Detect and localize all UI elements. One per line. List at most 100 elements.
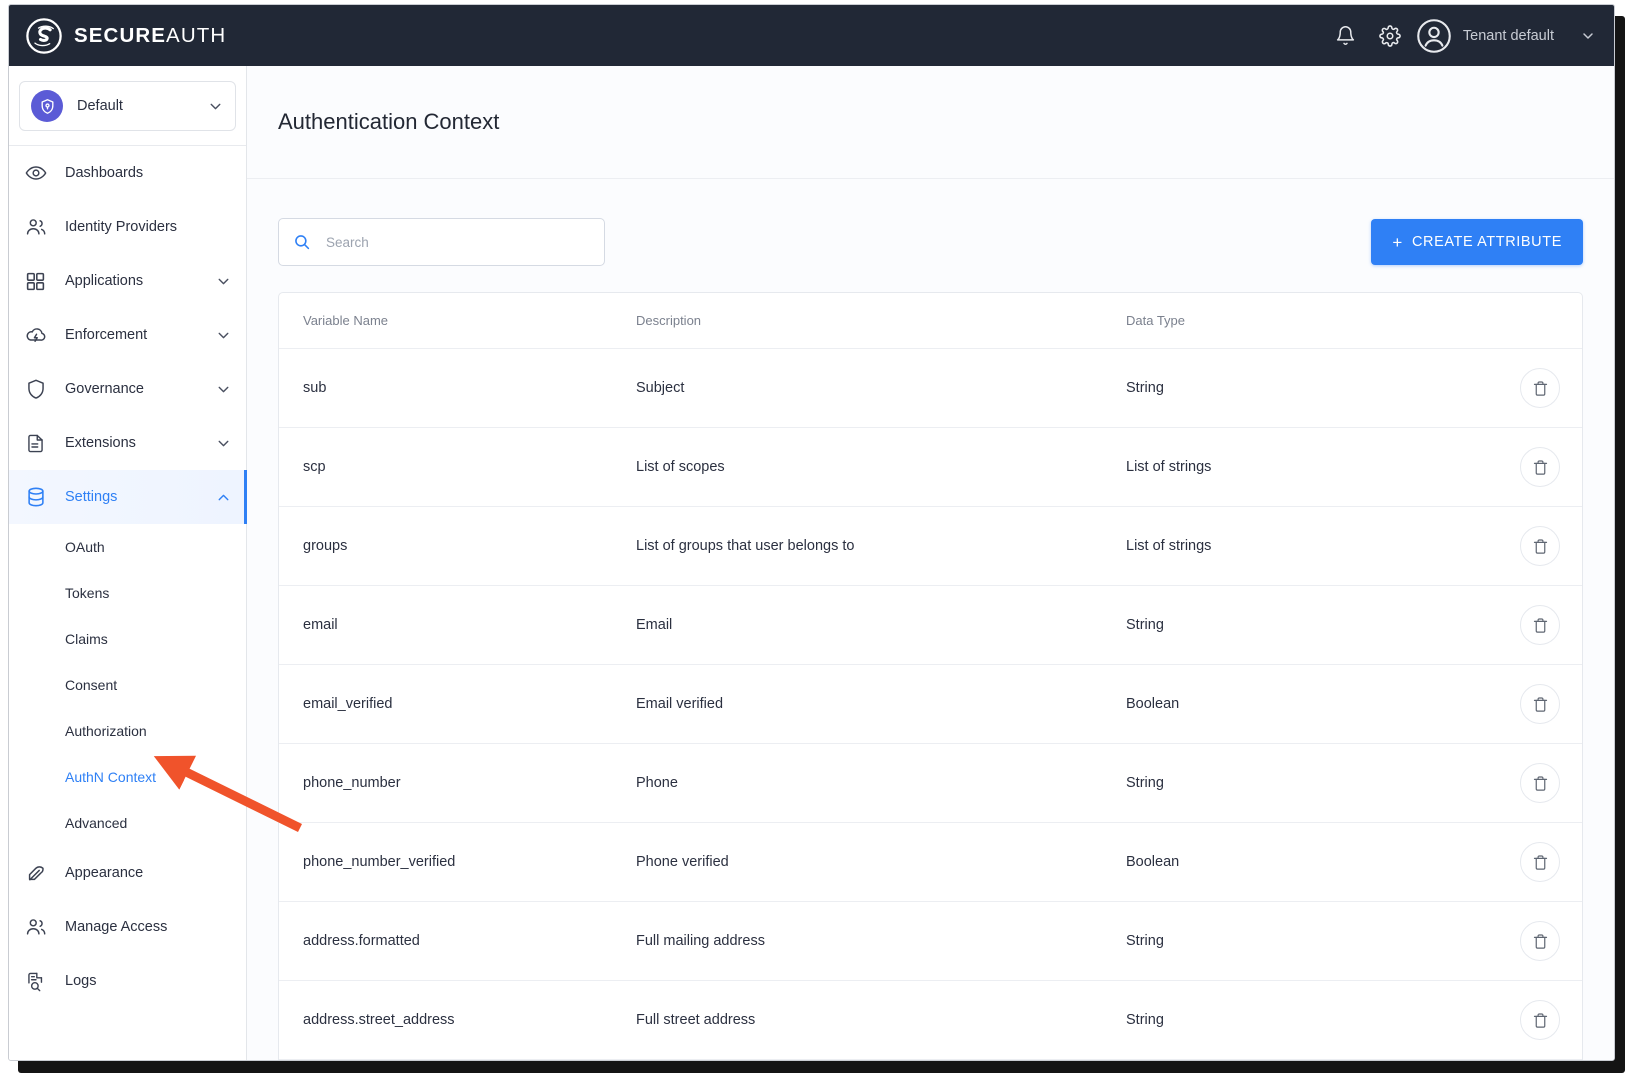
- cell-actions: [1462, 348, 1582, 428]
- sidebar-subitem-authorization[interactable]: Authorization: [9, 708, 246, 754]
- sidebar-item-governance[interactable]: Governance: [9, 362, 246, 416]
- cell-actions: [1462, 743, 1582, 823]
- app-window: SECUREAUTH Tenant default Default Dashbo…: [8, 4, 1615, 1061]
- delete-row-button[interactable]: [1520, 447, 1560, 487]
- sidebar-item-logs[interactable]: Logs: [9, 954, 246, 1008]
- sidebar-item-label: Settings: [65, 489, 118, 505]
- tenant-menu[interactable]: Tenant default: [1416, 18, 1596, 54]
- cell-variable-name: scp: [279, 427, 636, 507]
- sidebar-item-dashboards[interactable]: Dashboards: [9, 146, 246, 200]
- delete-row-button[interactable]: [1520, 684, 1560, 724]
- sidebar-item-extensions[interactable]: Extensions: [9, 416, 246, 470]
- sidebar-subitem-authn-context[interactable]: AuthN Context: [9, 754, 246, 800]
- table-header-row: Variable Name Description Data Type: [279, 293, 1582, 349]
- cell-data-type: Boolean: [1126, 664, 1462, 744]
- sidebar-item-manage-access[interactable]: Manage Access: [9, 900, 246, 954]
- table-row[interactable]: email Email String: [279, 585, 1582, 665]
- sidebar-subitem-label: Claims: [65, 631, 108, 647]
- chevron-down-icon[interactable]: [215, 327, 232, 344]
- cell-description: Full mailing address: [636, 901, 1126, 981]
- sidebar-subitem-tokens[interactable]: Tokens: [9, 570, 246, 616]
- cell-description: List of scopes: [636, 427, 1126, 507]
- sidebar-subitem-claims[interactable]: Claims: [9, 616, 246, 662]
- table-head: Variable Name Description Data Type: [279, 293, 1582, 349]
- cell-variable-name: address.formatted: [279, 901, 636, 981]
- sidebar-item-appearance[interactable]: Appearance: [9, 846, 246, 900]
- cell-data-type: String: [1126, 348, 1462, 428]
- chevron-down-icon[interactable]: [215, 435, 232, 452]
- sidebar-item-settings[interactable]: Settings: [9, 470, 247, 524]
- cloud-bolt-icon: [25, 324, 51, 346]
- chevron-down-icon[interactable]: [1580, 28, 1596, 44]
- sidebar-item-label: Extensions: [65, 435, 136, 451]
- chevron-up-icon[interactable]: [215, 489, 232, 506]
- workspace-selector[interactable]: Default: [19, 81, 236, 131]
- cell-description: Email: [636, 585, 1126, 665]
- cell-data-type: String: [1126, 1059, 1462, 1060]
- table-row[interactable]: phone_number_verified Phone verified Boole…: [279, 822, 1582, 902]
- cell-data-type: Boolean: [1126, 822, 1462, 902]
- gear-icon: [1379, 24, 1401, 47]
- chevron-down-icon[interactable]: [215, 381, 232, 398]
- sidebar-subitem-consent[interactable]: Consent: [9, 662, 246, 708]
- sidebar-item-label: Manage Access: [65, 919, 168, 935]
- delete-row-button[interactable]: [1520, 763, 1560, 803]
- cell-description: Subject: [636, 348, 1126, 428]
- table-body: sub Subject String scp List of scopes List of…: [279, 348, 1582, 1060]
- delete-row-button[interactable]: [1520, 842, 1560, 882]
- cell-data-type: String: [1126, 585, 1462, 665]
- cell-actions: [1462, 901, 1582, 981]
- sidebar-subitem-oauth[interactable]: OAuth: [9, 524, 246, 570]
- table-row[interactable]: address.localityCity or localityString: [279, 1059, 1582, 1060]
- search-input[interactable]: [326, 234, 590, 250]
- sidebar-subitem-label: Tokens: [65, 585, 110, 601]
- table-row[interactable]: address.formatted Full mailing address Str…: [279, 901, 1582, 981]
- sidebar-item-identity-providers[interactable]: Identity Providers: [9, 200, 246, 254]
- create-attribute-button[interactable]: + CREATE ATTRIBUTE: [1371, 219, 1583, 265]
- delete-row-button[interactable]: [1520, 368, 1560, 408]
- table-row[interactable]: phone_number Phone String: [279, 743, 1582, 823]
- sidebar-item-applications[interactable]: Applications: [9, 254, 246, 308]
- settings-button[interactable]: [1368, 14, 1412, 58]
- delete-row-button[interactable]: [1520, 605, 1560, 645]
- column-header-data-type[interactable]: Data Type: [1126, 293, 1462, 349]
- table-row[interactable]: email_verified Email verified Boolean: [279, 664, 1582, 744]
- cell-actions: [1462, 506, 1582, 586]
- delete-row-button[interactable]: [1520, 526, 1560, 566]
- sidebar-item-label: Governance: [65, 381, 144, 397]
- sidebar-subitem-advanced[interactable]: Advanced: [9, 800, 246, 846]
- brand-text-light: AUTH: [166, 23, 227, 47]
- cell-variable-name: email_verified: [279, 664, 636, 744]
- table-row[interactable]: address.street_address Full street addres…: [279, 980, 1582, 1060]
- chevron-down-icon[interactable]: [207, 98, 224, 115]
- cell-data-type: String: [1126, 901, 1462, 981]
- brand-text-bold: SECURE: [74, 23, 167, 47]
- table-row[interactable]: sub Subject String: [279, 348, 1582, 428]
- delete-row-button[interactable]: [1520, 1000, 1560, 1040]
- column-header-actions: [1462, 293, 1582, 349]
- body-area: Default Dashboards Identity Providers Ap…: [9, 66, 1614, 1060]
- search-icon: [293, 233, 311, 251]
- create-attribute-label: CREATE ATTRIBUTE: [1411, 234, 1562, 250]
- notifications-button[interactable]: [1324, 14, 1368, 58]
- eye-icon: [25, 162, 51, 184]
- column-header-variable-name[interactable]: Variable Name: [279, 293, 636, 349]
- column-header-description[interactable]: Description: [636, 293, 1126, 349]
- cell-actions: [1462, 427, 1582, 507]
- main-content: Authentication Context + CREATE ATTRIBUT…: [247, 66, 1614, 1060]
- trash-icon: [1532, 696, 1549, 713]
- sidebar-item-enforcement[interactable]: Enforcement: [9, 308, 246, 362]
- grid-icon: [25, 271, 51, 292]
- document-search-icon: [25, 971, 51, 992]
- delete-row-button[interactable]: [1520, 921, 1560, 961]
- sidebar-subitem-label: Advanced: [65, 815, 128, 831]
- cell-data-type: List of strings: [1126, 506, 1462, 586]
- table-row[interactable]: scp List of scopes List of strings: [279, 427, 1582, 507]
- table-row[interactable]: groups List of groups that user belongs t…: [279, 506, 1582, 586]
- cell-actions: [1462, 585, 1582, 665]
- chevron-down-icon[interactable]: [215, 273, 232, 290]
- search-box[interactable]: [278, 218, 605, 266]
- trash-icon: [1532, 775, 1549, 792]
- sidebar-item-label: Identity Providers: [65, 219, 178, 235]
- brand-logo[interactable]: SECUREAUTH: [25, 17, 226, 55]
